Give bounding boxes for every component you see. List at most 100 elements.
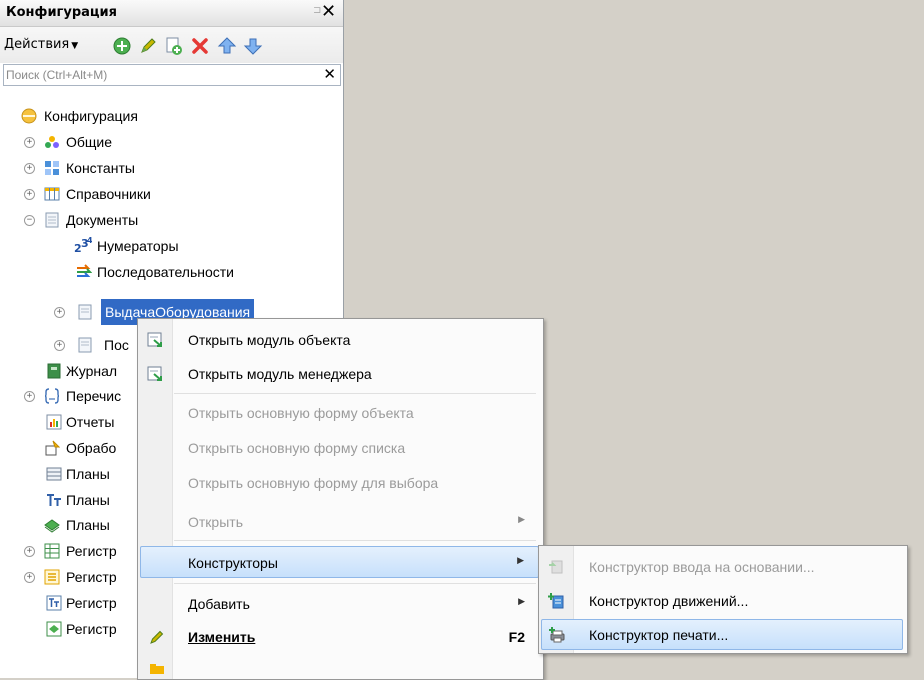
tree-item-documents[interactable]: − Документы xyxy=(0,207,343,233)
journal-icon xyxy=(47,363,61,379)
submenu-arrow-icon: ▶ xyxy=(518,597,525,607)
constructors-submenu: Конструктор ввода на основании... Констр… xyxy=(538,545,908,654)
menu-item-constructors[interactable]: Конструкторы ▶ xyxy=(140,546,539,578)
tree-item-constants[interactable]: + Константы xyxy=(0,155,343,181)
menu-item-label: Конструкторы xyxy=(188,555,278,571)
menu-item-add[interactable]: Добавить ▶ xyxy=(140,589,539,619)
actions-label: Действия xyxy=(4,37,70,52)
submenu-item-print[interactable]: Конструктор печати... xyxy=(541,619,903,650)
accounting-register-icon xyxy=(46,595,62,611)
tree-item-label: Планы xyxy=(66,466,110,482)
collapse-icon[interactable]: − xyxy=(24,215,35,226)
add-icon[interactable] xyxy=(112,36,132,56)
expand-icon[interactable]: + xyxy=(24,546,35,557)
context-menu: Открыть модуль объекта Открыть модуль ме… xyxy=(137,318,544,680)
tree-item-label: Конфигурация xyxy=(44,108,138,124)
numerator-icon: 2 3 4 xyxy=(74,236,92,254)
tree-item-label: Регистр xyxy=(66,621,117,637)
close-icon[interactable]: ✕ xyxy=(321,1,336,22)
document-icon xyxy=(45,212,59,228)
toolbar: Действия ▼ xyxy=(0,27,343,63)
search-box: ✕ xyxy=(3,64,341,86)
menu-item-open-list-form[interactable]: Открыть основную форму списка xyxy=(140,433,539,463)
expand-icon[interactable]: + xyxy=(24,391,35,402)
tree-item-label: Справочники xyxy=(66,186,151,202)
chart-of-characteristics-icon xyxy=(46,467,62,481)
tree-item-label: Общие xyxy=(66,134,113,150)
catalog-table-icon xyxy=(44,187,60,201)
document-icon xyxy=(78,304,92,320)
move-up-icon[interactable] xyxy=(217,36,237,56)
copy-icon[interactable] xyxy=(164,36,184,56)
calculation-register-icon xyxy=(46,621,62,637)
tree-item-common[interactable]: + Общие xyxy=(0,129,343,155)
accumulation-register-icon xyxy=(44,569,60,585)
input-on-basis-icon xyxy=(549,560,563,574)
delete-icon[interactable] xyxy=(190,36,210,56)
movements-constructor-icon xyxy=(548,593,564,609)
sequence-icon xyxy=(77,264,92,277)
expand-icon[interactable]: + xyxy=(24,137,35,148)
submenu-arrow-icon: ▶ xyxy=(517,556,524,566)
expand-icon[interactable]: + xyxy=(24,163,35,174)
enum-braces-icon xyxy=(44,388,60,404)
menu-separator xyxy=(174,583,536,584)
tree-item-sequences[interactable]: Последовательности xyxy=(0,259,343,285)
menu-item-open-choice-form[interactable]: Открыть основную форму для выбора xyxy=(140,468,539,498)
shortcut-label: F2 xyxy=(508,629,525,645)
search-input[interactable] xyxy=(6,67,316,83)
menu-item-label: Открыть основную форму объекта xyxy=(188,405,414,421)
menu-item-open-object-module[interactable]: Открыть модуль объекта xyxy=(140,325,539,355)
menu-item-open-object-form[interactable]: Открыть основную форму объекта xyxy=(140,398,539,428)
menu-item-label: Добавить xyxy=(188,596,250,612)
tree-item-label: Нумераторы xyxy=(97,238,179,254)
tree-item-label: Планы xyxy=(66,517,110,533)
menu-item-edit[interactable]: Изменить F2 xyxy=(140,622,539,652)
panel-title: Конфигурация xyxy=(6,5,117,20)
menu-item-label: Конструктор движений... xyxy=(589,593,749,609)
tree-item-label: Перечис xyxy=(66,388,122,404)
menu-item-label: Конструктор ввода на основании... xyxy=(589,559,815,575)
tree-item-label: Регистр xyxy=(66,543,117,559)
folder-icon xyxy=(150,664,164,674)
data-processor-icon xyxy=(45,440,60,456)
panel-title-bar: Конфигурация ⊐ ✕ xyxy=(0,0,343,27)
tree-item-catalogs[interactable]: + Справочники xyxy=(0,181,343,207)
tree-item-label: Планы xyxy=(66,492,110,508)
tree-item-configuration[interactable]: Конфигурация xyxy=(0,103,343,129)
actions-menu-button[interactable]: Действия ▼ xyxy=(4,37,78,52)
menu-separator xyxy=(174,393,536,394)
open-module-icon xyxy=(147,332,162,347)
chart-of-calculation-icon xyxy=(44,519,60,533)
common-objects-icon xyxy=(45,136,59,148)
tree-item-label: Регистр xyxy=(66,595,117,611)
edit-pencil-icon xyxy=(150,630,164,644)
tree-item-label: Последовательности xyxy=(97,264,234,280)
move-down-icon[interactable] xyxy=(243,36,263,56)
tree-item-label: Константы xyxy=(66,160,135,176)
svg-text:4: 4 xyxy=(87,236,92,245)
expand-icon[interactable]: + xyxy=(24,189,35,200)
menu-item-open[interactable]: Открыть ▶ xyxy=(140,507,539,537)
open-module-icon xyxy=(147,366,162,381)
info-register-icon xyxy=(44,543,60,559)
menu-item-label: Открыть основную форму списка xyxy=(188,440,406,456)
document-icon xyxy=(78,337,92,353)
submenu-item-input-on-basis[interactable]: Конструктор ввода на основании... xyxy=(541,552,903,582)
tree-item-numerators[interactable]: 2 3 4 Нумераторы xyxy=(0,233,343,259)
tree-item-label: Обрабо xyxy=(66,440,117,456)
menu-item-open-manager-module[interactable]: Открыть модуль менеджера xyxy=(140,359,539,389)
menu-item-label: Конструктор печати... xyxy=(589,627,729,643)
report-icon xyxy=(46,414,62,430)
tree-item-label: Отчеты xyxy=(66,414,115,430)
expand-icon[interactable]: + xyxy=(54,340,65,351)
expand-icon[interactable]: + xyxy=(54,307,65,318)
tree-item-label: Пос xyxy=(104,337,129,353)
expand-icon[interactable]: + xyxy=(24,572,35,583)
configuration-root-icon xyxy=(21,108,37,124)
edit-pencil-icon[interactable] xyxy=(138,36,158,56)
submenu-item-movements[interactable]: Конструктор движений... xyxy=(541,586,903,616)
clear-search-icon[interactable]: ✕ xyxy=(323,65,336,83)
print-constructor-icon xyxy=(549,627,565,643)
menu-separator xyxy=(174,540,536,541)
